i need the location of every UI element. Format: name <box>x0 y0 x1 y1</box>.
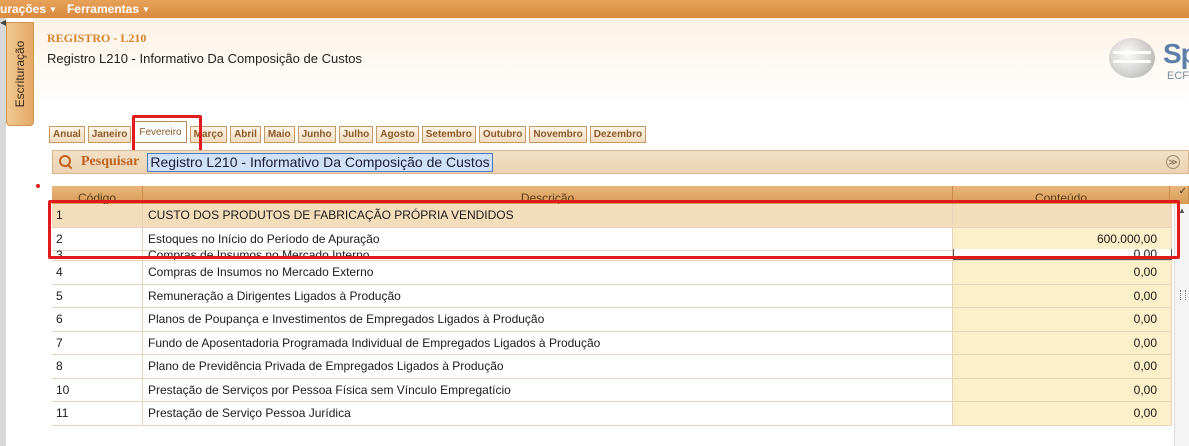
search-label[interactable]: Pesquisar <box>81 154 139 170</box>
tab-agosto[interactable]: Agosto <box>376 126 419 143</box>
table-row[interactable]: 11 Prestação de Serviço Pessoa Jurídica … <box>52 402 1172 426</box>
cell-code: 3 <box>52 250 143 260</box>
table-row[interactable]: 4 Compras de Insumos no Mercado Externo … <box>52 261 1172 285</box>
menu-bar: urações ▼ Ferramentas ▼ <box>0 0 1189 18</box>
table-row[interactable]: 3 Compras de Insumos no Mercado Interno … <box>52 249 1172 261</box>
chevron-down-icon: ▼ <box>142 4 150 14</box>
logo-text: Sp <box>1163 38 1189 69</box>
tab-dezembro[interactable]: Dezembro <box>589 126 647 143</box>
vertical-scrollbar[interactable]: ▲ <box>1174 204 1189 446</box>
logo-subtext: ECF <box>1167 70 1189 82</box>
table-row[interactable]: 2 Estoques no Início do Período de Apura… <box>52 227 1172 251</box>
cell-value-input[interactable]: 0,00 <box>953 355 1172 378</box>
column-header-conteudo[interactable]: Conteúdo <box>953 186 1170 204</box>
expand-icon[interactable]: ≫ <box>1166 155 1180 169</box>
cell-description: Compras de Insumos no Mercado Interno <box>143 250 953 260</box>
cell-code: 7 <box>52 331 143 354</box>
register-table: Código Descrição Conteúdo ✓ 1 CUSTO DOS … <box>52 186 1189 446</box>
annotation-dot <box>36 184 40 188</box>
cell-code: 11 <box>52 402 143 425</box>
sped-logo: Sp ECF <box>1109 36 1189 88</box>
cell-description: Fundo de Aposentadoria Programada Indivi… <box>143 331 953 354</box>
search-input[interactable]: Registro L210 - Informativo Da Composiçã… <box>147 152 493 172</box>
cell-value-input[interactable]: 0,00 <box>953 249 1172 260</box>
cell-value-input[interactable]: 0,00 <box>953 378 1172 401</box>
column-header-check: ✓ <box>1170 186 1189 204</box>
cell-description: Plano de Previdência Privada de Empregad… <box>143 355 953 378</box>
table-row[interactable]: 8 Plano de Previdência Privada de Empreg… <box>52 355 1172 379</box>
chevron-down-icon: ▼ <box>49 4 57 14</box>
cell-value-input[interactable]: 0,00 <box>953 308 1172 331</box>
sidebar-tab-escrituracao[interactable]: Escrituração <box>6 22 34 126</box>
cell-description: Planos de Poupança e Investimentos de Em… <box>143 308 953 331</box>
cell-code: 8 <box>52 355 143 378</box>
table-body: 1 CUSTO DOS PRODUTOS DE FABRICAÇÃO PRÓPR… <box>52 204 1172 426</box>
tab-novembro[interactable]: Novembro <box>529 126 587 143</box>
table-row[interactable]: 7 Fundo de Aposentadoria Programada Indi… <box>52 331 1172 355</box>
cell-description: Prestação de Serviço Pessoa Jurídica <box>143 402 953 425</box>
cell-description: Remuneração a Dirigentes Ligados à Produ… <box>143 284 953 307</box>
tab-outubro[interactable]: Outubro <box>478 126 527 143</box>
tab-maio[interactable]: Maio <box>263 126 295 143</box>
tab-anual[interactable]: Anual <box>49 126 85 143</box>
globe-icon <box>1109 38 1155 78</box>
app-window: urações ▼ Ferramentas ▼ ◀ Escrituração R… <box>0 0 1189 446</box>
tab-setembro[interactable]: Setembro <box>421 126 476 143</box>
column-header-codigo[interactable]: Código <box>52 186 143 204</box>
table-header: Código Descrição Conteúdo ✓ <box>52 186 1189 204</box>
search-icon[interactable] <box>59 155 73 169</box>
cell-description: Compras de Insumos no Mercado Externo <box>143 261 953 284</box>
tab-junho[interactable]: Junho <box>297 126 336 143</box>
menu-configuracoes[interactable]: urações ▼ <box>0 2 57 16</box>
table-row[interactable]: 5 Remuneração a Dirigentes Ligados à Pro… <box>52 284 1172 308</box>
cell-code: 4 <box>52 261 143 284</box>
menu-label: urações <box>0 2 47 16</box>
page-header: REGISTRO - L210 Registro L210 - Informat… <box>34 18 1189 103</box>
cell-value-input[interactable]: 0,00 <box>953 331 1172 354</box>
scroll-up-icon[interactable]: ▲ <box>1178 206 1186 215</box>
cell-value-input[interactable]: 0,00 <box>953 261 1172 284</box>
sidebar-tab-label: Escrituração <box>13 40 27 108</box>
tab-abril[interactable]: Abril <box>230 126 261 143</box>
page-title: Registro L210 - Informativo Da Composiçã… <box>47 51 363 66</box>
month-tabs: Anual Janeiro Fevereiro Março Abril Maio… <box>49 121 649 143</box>
table-row[interactable]: 10 Prestação de Serviços por Pessoa Físi… <box>52 378 1172 402</box>
tab-janeiro[interactable]: Janeiro <box>87 126 132 143</box>
cell-code: 1 <box>52 204 143 227</box>
cell-value-input[interactable]: 0,00 <box>953 284 1172 307</box>
check-icon: ✓ <box>1178 186 1187 197</box>
cell-value-input[interactable]: 0,00 <box>953 402 1172 425</box>
table-row[interactable]: 1 CUSTO DOS PRODUTOS DE FABRICAÇÃO PRÓPR… <box>52 204 1172 228</box>
cell-code: 10 <box>52 378 143 401</box>
menu-ferramentas[interactable]: Ferramentas ▼ <box>67 2 150 16</box>
cell-description: CUSTO DOS PRODUTOS DE FABRICAÇÃO PRÓPRIA… <box>143 204 953 227</box>
column-header-descricao[interactable]: Descrição <box>143 186 953 204</box>
table-row[interactable]: 6 Planos de Poupança e Investimentos de … <box>52 308 1172 332</box>
cell-description: Estoques no Início do Período de Apuraçã… <box>143 227 953 250</box>
tab-julho[interactable]: Julho <box>338 126 374 143</box>
search-bar: Pesquisar Registro L210 - Informativo Da… <box>52 150 1189 174</box>
tab-marco[interactable]: Março <box>189 126 228 143</box>
scroll-thumb[interactable] <box>1178 274 1187 314</box>
register-code: REGISTRO - L210 <box>47 31 147 45</box>
cell-description: Prestação de Serviços por Pessoa Física … <box>143 378 953 401</box>
cell-value-input[interactable]: 600.000,00 <box>953 227 1172 250</box>
cell-code: 6 <box>52 308 143 331</box>
menu-label: Ferramentas <box>66 2 139 16</box>
cell-value <box>953 204 1172 227</box>
cell-code: 2 <box>52 227 143 250</box>
tab-fevereiro[interactable]: Fevereiro <box>134 121 187 143</box>
cell-code: 5 <box>52 284 143 307</box>
